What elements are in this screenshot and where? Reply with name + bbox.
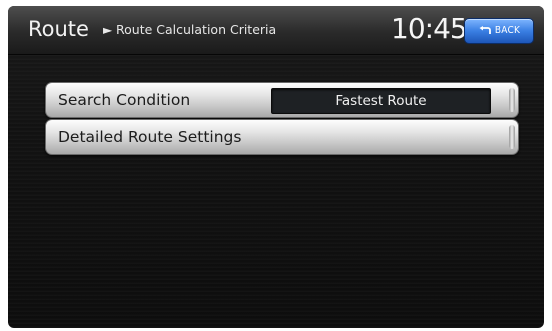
search-condition-value: Fastest Route xyxy=(335,93,427,109)
detailed-route-settings-label: Detailed Route Settings xyxy=(58,128,242,146)
back-button-label: BACK xyxy=(494,25,521,36)
page-title: Route xyxy=(28,17,89,41)
row-end-cap xyxy=(509,125,515,149)
header-bar: Route ► Route Calculation Criteria 10:45… xyxy=(8,6,544,55)
nav-screen: Route ► Route Calculation Criteria 10:45… xyxy=(8,6,544,328)
search-condition-label: Search Condition xyxy=(58,91,191,109)
row-end-cap xyxy=(509,88,515,112)
clock: 10:45 xyxy=(391,12,468,45)
detailed-route-settings-row[interactable]: Detailed Route Settings xyxy=(45,119,519,155)
search-condition-value-box: Fastest Route xyxy=(271,88,491,114)
breadcrumb-arrow: ► xyxy=(103,23,113,37)
back-button[interactable]: BACK xyxy=(464,18,534,44)
breadcrumb-subtitle: Route Calculation Criteria xyxy=(116,22,277,37)
back-arrow-icon xyxy=(479,26,491,34)
search-condition-row[interactable]: Search Condition Fastest Route xyxy=(45,82,519,118)
